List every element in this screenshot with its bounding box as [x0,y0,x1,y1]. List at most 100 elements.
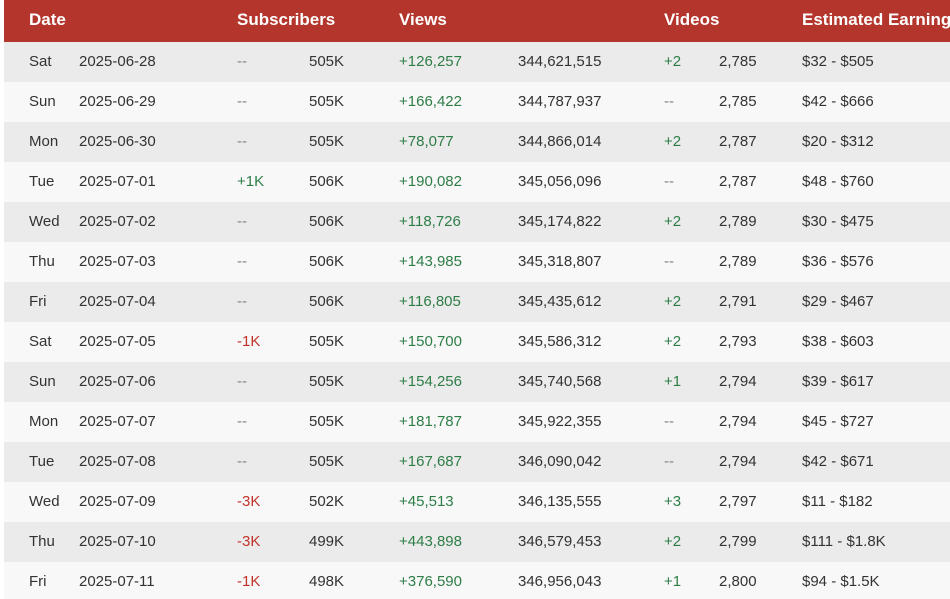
view-total-cell: 346,956,043 [518,573,602,590]
date-cell: 2025-07-11 [79,573,155,590]
day-cell: Fri [29,293,47,310]
video-total-cell: 2,785 [719,53,757,70]
table-row: Wed 2025-07-09 -3K 502K +45,513 346,135,555 +3… [4,482,950,522]
view-change-cell: +167,687 [399,453,462,470]
subscriber-change-cell: -- [237,253,247,270]
view-change-cell: +116,805 [399,293,461,310]
video-change-cell: +3 [664,493,682,510]
video-total-cell: 2,793 [719,333,757,350]
video-total-cell: 2,800 [719,573,757,590]
estimated-earnings-cell: $39 - $617 [802,373,874,390]
video-change-cell: +2 [664,533,682,550]
view-change-cell: +126,257 [399,53,462,70]
video-total-cell: 2,789 [719,253,757,270]
video-change-cell: +1 [664,373,682,390]
video-change-cell: +2 [664,333,682,350]
video-change-cell: -- [664,173,674,190]
estimated-earnings-cell: $32 - $505 [802,53,874,70]
date-cell: 2025-07-01 [79,173,156,190]
subscriber-total-cell: 505K [309,373,345,390]
subscriber-change-cell: -- [237,133,247,150]
date-cell: 2025-07-04 [79,293,156,310]
day-cell: Mon [29,133,59,150]
day-cell: Thu [29,253,55,270]
table-row: Tue 2025-07-08 -- 505K +167,687 346,090,042 --… [4,442,950,482]
view-change-cell: +78,077 [399,133,454,150]
video-change-cell: -- [664,93,674,110]
day-cell: Fri [29,573,47,590]
estimated-earnings-cell: $38 - $603 [802,333,874,350]
table-row: Mon 2025-06-30 -- 505K +78,077 344,866,014 +2 2… [4,122,950,162]
day-cell: Sat [29,53,52,70]
view-total-cell: 346,090,042 [518,453,602,470]
table-row: Wed 2025-07-02 -- 506K +118,726 345,174,822 +2… [4,202,950,242]
view-total-cell: 346,579,453 [518,533,602,550]
day-cell: Sat [29,333,52,350]
view-total-cell: 344,866,014 [518,133,602,150]
estimated-earnings-cell: $20 - $312 [802,133,874,150]
view-total-cell: 344,787,937 [518,93,602,110]
view-change-cell: +143,985 [399,253,462,270]
subscriber-total-cell: 505K [309,413,345,430]
subscriber-change-cell: -3K [237,533,261,550]
view-change-cell: +150,700 [399,333,462,350]
subscriber-total-cell: 506K [309,293,345,310]
view-change-cell: +376,590 [399,573,462,590]
subscriber-change-cell: -- [237,413,247,430]
subscriber-total-cell: 506K [309,173,345,190]
header-date[interactable]: Date [29,10,66,30]
view-change-cell: +45,513 [399,493,454,510]
video-total-cell: 2,797 [719,493,757,510]
date-cell: 2025-07-03 [79,253,156,270]
table-row: Sat 2025-07-05 -1K 505K +150,700 345,586,312 +… [4,322,950,362]
video-change-cell: +1 [664,573,682,590]
video-change-cell: +2 [664,133,682,150]
subscriber-change-cell: -3K [237,493,261,510]
view-change-cell: +181,787 [399,413,462,430]
date-cell: 2025-07-07 [79,413,156,430]
video-change-cell: -- [664,413,674,430]
view-total-cell: 345,318,807 [518,253,602,270]
video-total-cell: 2,787 [719,173,757,190]
table-row: Sun 2025-06-29 -- 505K +166,422 344,787,937 --… [4,82,950,122]
view-total-cell: 345,056,096 [518,173,602,190]
stats-table: Date Subscribers Views Videos Estimated … [4,0,950,599]
view-change-cell: +443,898 [399,533,462,550]
subscriber-total-cell: 505K [309,93,345,110]
video-total-cell: 2,794 [719,373,757,390]
day-cell: Thu [29,533,55,550]
header-estimated-earnings[interactable]: Estimated Earnings [802,10,950,30]
day-cell: Tue [29,453,55,470]
subscriber-total-cell: 505K [309,133,345,150]
video-total-cell: 2,787 [719,133,757,150]
subscriber-total-cell: 502K [309,493,345,510]
view-change-cell: +190,082 [399,173,462,190]
view-total-cell: 345,435,612 [518,293,602,310]
date-cell: 2025-06-29 [79,93,156,110]
date-cell: 2025-07-09 [79,493,156,510]
subscriber-change-cell: -- [237,53,247,70]
subscriber-total-cell: 506K [309,253,345,270]
day-cell: Sun [29,93,56,110]
estimated-earnings-cell: $94 - $1.5K [802,573,880,590]
header-videos[interactable]: Videos [664,10,719,30]
date-cell: 2025-07-08 [79,453,156,470]
view-total-cell: 345,740,568 [518,373,602,390]
estimated-earnings-cell: $30 - $475 [802,213,874,230]
table-body: Sat 2025-06-28 -- 505K +126,257 344,621,515 +2… [4,42,950,599]
video-change-cell: +2 [664,213,682,230]
date-cell: 2025-07-06 [79,373,156,390]
estimated-earnings-cell: $111 - $1.8K [802,533,886,550]
estimated-earnings-cell: $48 - $760 [802,173,874,190]
video-change-cell: -- [664,453,674,470]
header-subscribers[interactable]: Subscribers [237,10,335,30]
estimated-earnings-cell: $42 - $666 [802,93,874,110]
view-total-cell: 345,174,822 [518,213,602,230]
table-row: Thu 2025-07-10 -3K 499K +443,898 346,579,453 +… [4,522,950,562]
header-views[interactable]: Views [399,10,447,30]
subscriber-change-cell: +1K [237,173,265,190]
day-cell: Sun [29,373,56,390]
subscriber-total-cell: 498K [309,573,345,590]
video-change-cell: -- [664,253,674,270]
video-change-cell: +2 [664,293,682,310]
